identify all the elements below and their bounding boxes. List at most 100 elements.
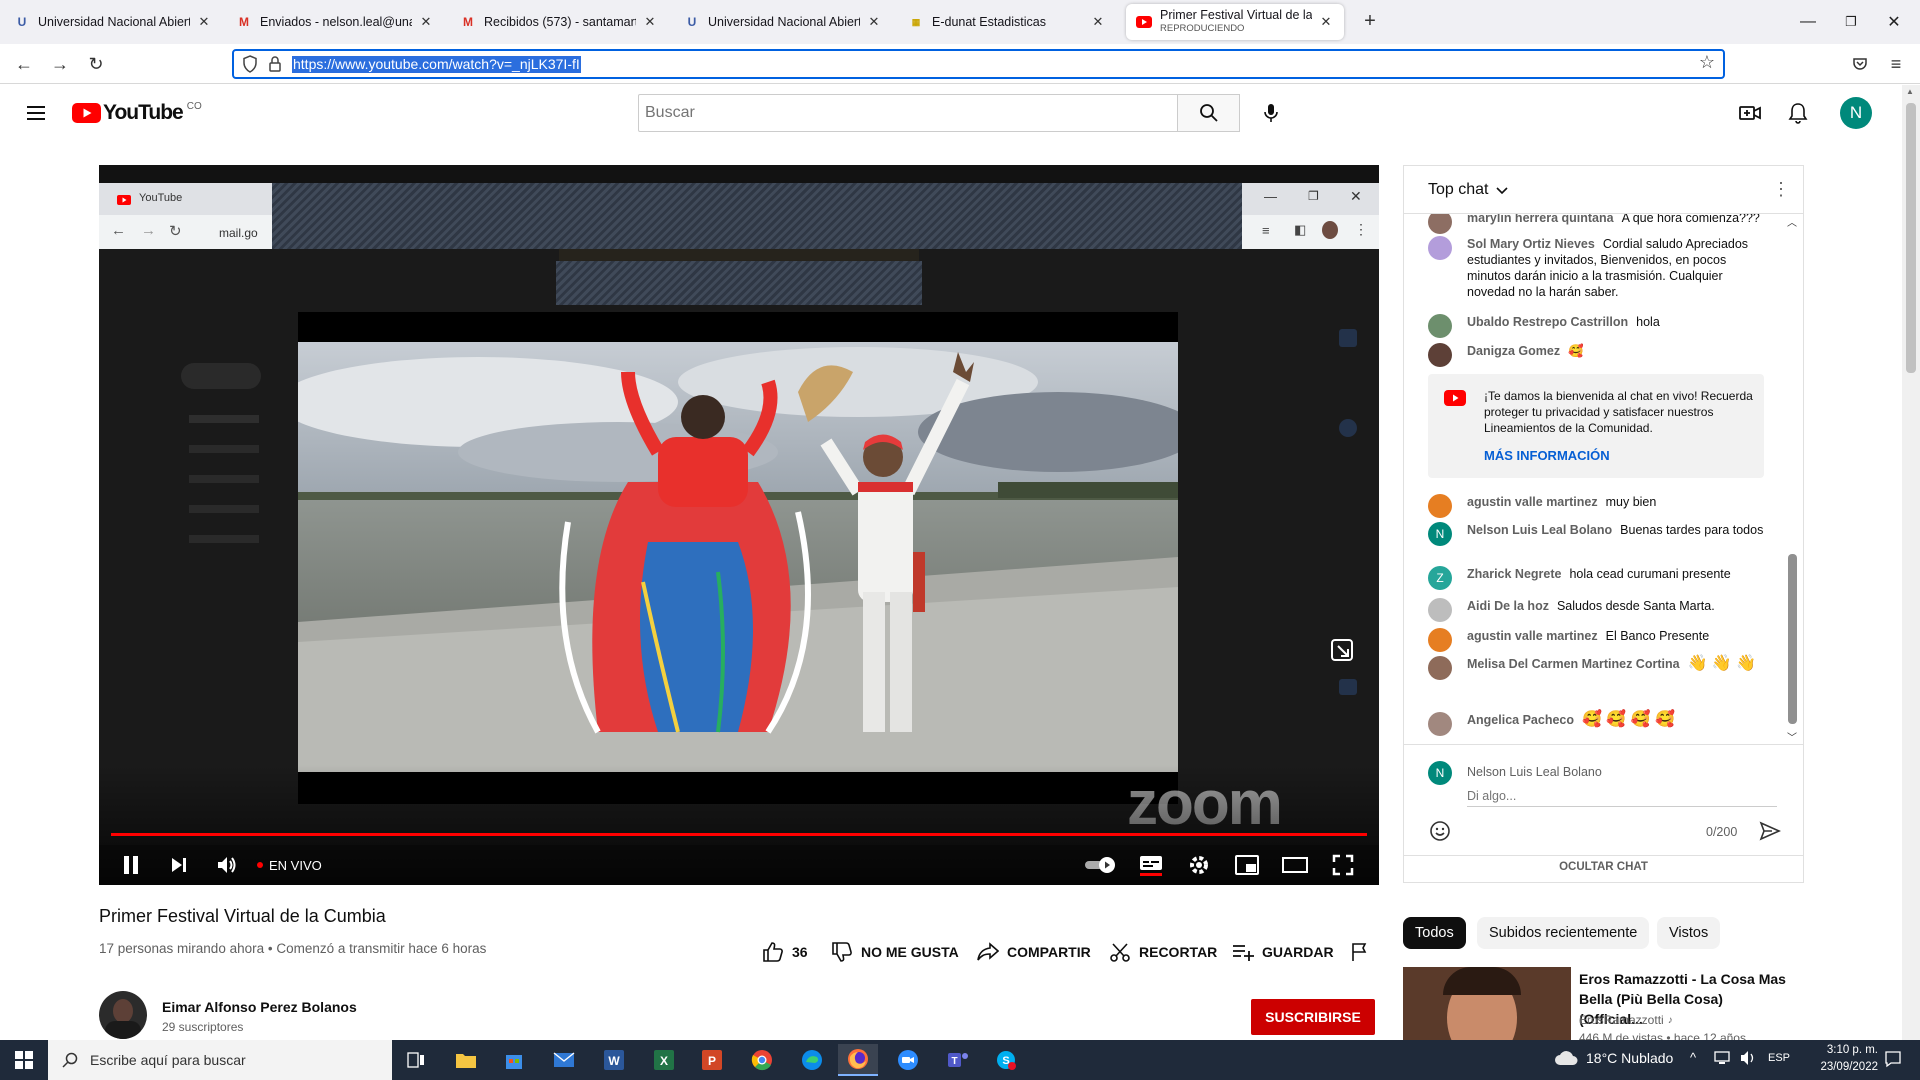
next-button[interactable] bbox=[161, 845, 197, 885]
clock-time[interactable]: 3:10 p. m. bbox=[1802, 1044, 1878, 1056]
browser-tab-4[interactable]: U Universidad Nacional Abierta y a Dista… bbox=[674, 4, 892, 40]
chat-author[interactable]: Zharick Negrete bbox=[1467, 567, 1561, 581]
new-tab-icon[interactable]: + bbox=[1356, 10, 1384, 34]
taskbar-search-box[interactable]: Escribe aquí para buscar bbox=[48, 1040, 392, 1080]
video-player[interactable]: YouTube ← → ↻ mail.go — ❐ ✕ ≡ ◧ ⋮ EN VIV… bbox=[99, 165, 1379, 885]
bookmark-star-icon[interactable]: ☆ bbox=[1699, 52, 1715, 73]
app-menu-icon[interactable]: ≡ bbox=[1880, 48, 1912, 80]
chat-author[interactable]: agustin valle martinez bbox=[1467, 629, 1598, 643]
chat-mode-dropdown[interactable]: Top chat bbox=[1428, 181, 1510, 199]
notification-center-icon[interactable] bbox=[1884, 1050, 1902, 1073]
browser-tab-6-active[interactable]: Primer Festival Virtual de la Cumbia REP… bbox=[1126, 4, 1344, 40]
browser-tab-2[interactable]: M Enviados - nelson.leal@unad.edu.co ✕ bbox=[226, 4, 444, 40]
search-input[interactable] bbox=[638, 94, 1178, 132]
word-icon[interactable]: W bbox=[594, 1044, 634, 1076]
close-tab-icon[interactable]: ✕ bbox=[642, 14, 658, 30]
chevron-up-icon[interactable]: ︿ bbox=[1787, 214, 1797, 229]
clip-button[interactable]: RECORTAR bbox=[1109, 940, 1217, 964]
close-tab-icon[interactable]: ✕ bbox=[866, 14, 882, 30]
dislike-button[interactable]: NO ME GUSTA bbox=[831, 940, 959, 964]
pause-button[interactable] bbox=[113, 845, 149, 885]
report-button[interactable] bbox=[1350, 940, 1378, 964]
zoom-app-icon[interactable] bbox=[888, 1044, 928, 1076]
network-icon[interactable] bbox=[1714, 1050, 1732, 1071]
mail-icon[interactable] bbox=[544, 1044, 584, 1076]
live-indicator[interactable]: EN VIVO bbox=[257, 845, 322, 885]
subtitles-button[interactable] bbox=[1131, 845, 1171, 885]
chip-watched[interactable]: Vistos bbox=[1657, 917, 1721, 949]
pocket-icon[interactable] bbox=[1844, 48, 1876, 80]
save-button[interactable]: GUARDAR bbox=[1232, 940, 1334, 964]
speaker-icon[interactable] bbox=[1740, 1050, 1758, 1071]
scroll-up-icon[interactable]: ▲ bbox=[1906, 87, 1914, 96]
browser-tab-5[interactable]: ▦ E-dunat Estadisticas ✕ bbox=[898, 4, 1116, 40]
task-view-icon[interactable] bbox=[396, 1044, 436, 1076]
url-text[interactable]: https://www.youtube.com/watch?v=_njLK37I… bbox=[292, 56, 581, 73]
theater-mode-button[interactable] bbox=[1275, 845, 1315, 885]
forward-icon[interactable]: → bbox=[44, 48, 76, 80]
chat-author[interactable]: Melisa Del Carmen Martinez Cortina bbox=[1467, 657, 1680, 671]
fullscreen-button[interactable] bbox=[1323, 845, 1363, 885]
voice-search-button[interactable] bbox=[1256, 98, 1286, 128]
settings-button[interactable] bbox=[1179, 845, 1219, 885]
tray-overflow-icon[interactable]: ^ bbox=[1690, 1050, 1696, 1065]
clock-date[interactable]: 23/09/2022 bbox=[1802, 1061, 1878, 1073]
microsoft-store-icon[interactable] bbox=[494, 1044, 534, 1076]
close-tab-icon[interactable]: ✕ bbox=[1090, 14, 1106, 30]
share-button[interactable]: COMPARTIR bbox=[977, 940, 1091, 964]
subscribe-button[interactable]: SUSCRIBIRSE bbox=[1251, 999, 1375, 1035]
chip-recent[interactable]: Subidos recientemente bbox=[1477, 917, 1650, 949]
chrome-icon[interactable] bbox=[742, 1044, 782, 1076]
teams-icon[interactable]: T bbox=[938, 1044, 978, 1076]
more-vert-icon[interactable]: ⋮ bbox=[1772, 179, 1790, 200]
chat-author[interactable]: Aidi De la hoz bbox=[1467, 599, 1549, 613]
window-close-icon[interactable]: ✕ bbox=[1866, 0, 1920, 44]
excel-icon[interactable]: X bbox=[644, 1044, 684, 1076]
expand-screen-icon[interactable] bbox=[1329, 637, 1357, 670]
chat-author[interactable]: marylin herrera quintana bbox=[1467, 214, 1614, 225]
hamburger-menu-icon[interactable] bbox=[24, 101, 48, 130]
language-indicator[interactable]: ESP bbox=[1768, 1052, 1790, 1064]
weather-widget[interactable]: 18°C Nublado bbox=[1554, 1050, 1673, 1066]
chat-author[interactable]: Nelson Luis Leal Bolano bbox=[1467, 523, 1612, 537]
reload-icon[interactable]: ↻ bbox=[80, 48, 112, 80]
firefox-icon[interactable] bbox=[838, 1044, 878, 1076]
channel-name[interactable]: Eimar Alfonso Perez Bolanos bbox=[162, 999, 357, 1015]
emoji-picker-button[interactable] bbox=[1428, 819, 1452, 848]
chat-author[interactable]: Angelica Pacheco bbox=[1467, 713, 1574, 727]
chat-message-input[interactable] bbox=[1467, 785, 1777, 807]
miniplayer-button[interactable] bbox=[1227, 845, 1267, 885]
lock-icon[interactable] bbox=[268, 55, 282, 78]
youtube-logo[interactable]: YouTube CO bbox=[72, 101, 202, 125]
like-button[interactable]: 36 bbox=[762, 940, 808, 964]
channel-avatar[interactable] bbox=[99, 991, 147, 1039]
autoplay-toggle[interactable] bbox=[1081, 845, 1121, 885]
hide-chat-button[interactable]: OCULTAR CHAT bbox=[1404, 861, 1803, 873]
close-tab-icon[interactable]: ✕ bbox=[1318, 14, 1334, 30]
notifications-bell-icon[interactable] bbox=[1786, 101, 1810, 130]
page-scrollbar-thumb[interactable] bbox=[1906, 103, 1916, 373]
powerpoint-icon[interactable]: P bbox=[692, 1044, 732, 1076]
create-video-icon[interactable] bbox=[1738, 101, 1762, 130]
file-explorer-icon[interactable] bbox=[446, 1044, 486, 1076]
chat-scrollbar[interactable]: ︿ ﹀ bbox=[1784, 214, 1800, 744]
search-button[interactable] bbox=[1177, 94, 1240, 132]
recommendation-thumbnail[interactable] bbox=[1403, 967, 1571, 1040]
progress-bar[interactable] bbox=[111, 833, 1367, 836]
url-bar[interactable]: https://www.youtube.com/watch?v=_njLK37I… bbox=[232, 49, 1725, 79]
shield-icon[interactable] bbox=[242, 55, 258, 78]
recommendation-channel[interactable]: ErosRamazzotti bbox=[1579, 1013, 1664, 1027]
volume-button[interactable] bbox=[209, 845, 245, 885]
account-avatar[interactable]: N bbox=[1840, 97, 1872, 129]
chat-author[interactable]: Ubaldo Restrepo Castrillon bbox=[1467, 315, 1628, 329]
chat-author[interactable]: Danigza Gomez bbox=[1467, 344, 1560, 358]
chat-scrollbar-thumb[interactable] bbox=[1788, 554, 1797, 724]
back-icon[interactable]: ← bbox=[8, 48, 40, 80]
skype-icon[interactable]: S bbox=[986, 1044, 1026, 1076]
more-info-link[interactable]: MÁS INFORMACIÓN bbox=[1484, 448, 1610, 463]
page-scrollbar[interactable]: ▲ bbox=[1902, 85, 1920, 1040]
chat-author[interactable]: agustin valle martinez bbox=[1467, 495, 1598, 509]
windows-start-icon[interactable] bbox=[4, 1044, 44, 1076]
chevron-down-icon[interactable]: ﹀ bbox=[1787, 729, 1797, 744]
browser-tab-1[interactable]: U Universidad Nacional Abierta y a Dista… bbox=[4, 4, 222, 40]
